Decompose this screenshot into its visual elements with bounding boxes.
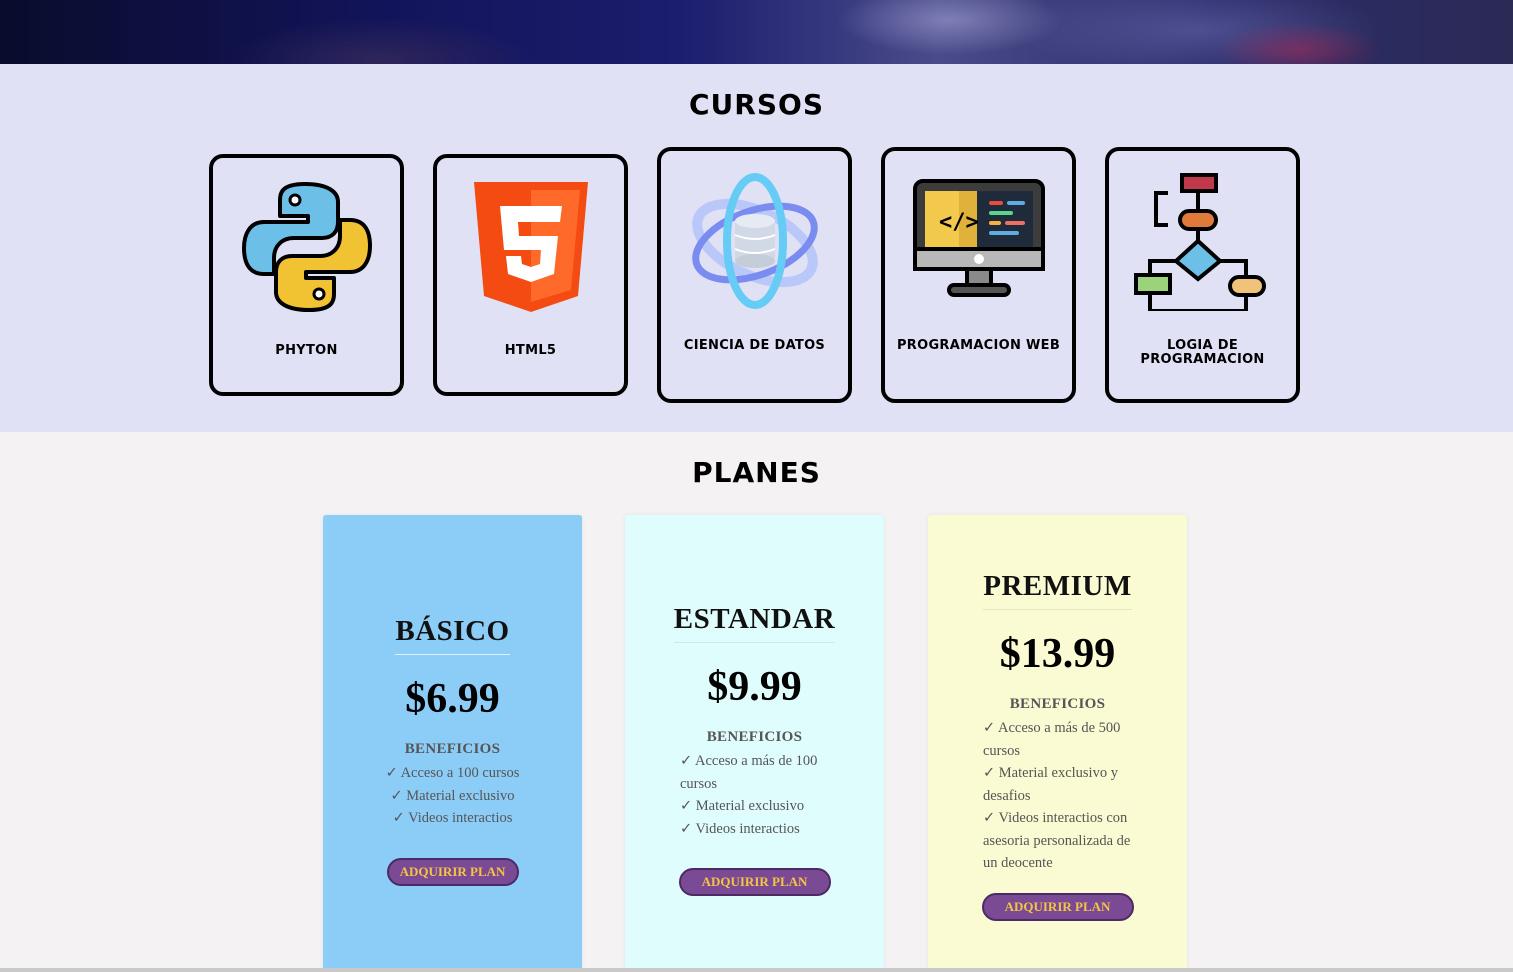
benefit-item: ✓ Acceso a más de 500 (983, 720, 1121, 736)
plan-card-basico: BÁSICO $6.99 BENEFICIOS ✓ Acceso a 100 c… (323, 515, 582, 972)
benefits-list: ✓ Acceso a más de 100 cursos ✓ Material … (625, 750, 884, 840)
benefit-item: ✓ Material exclusivo (390, 787, 515, 804)
benefit-item: ✓ Acceso a más de 100 (680, 753, 818, 769)
plan-name: BÁSICO (395, 615, 510, 655)
course-label: LOGIA DE PROGRAMACION (1140, 338, 1265, 367)
plan-name: ESTANDAR (673, 603, 836, 643)
benefit-item: desafios (983, 787, 1031, 804)
course-card-data-science[interactable]: CIENCIA DE DATOS (657, 147, 852, 403)
benefit-item: asesoria personalizada de (983, 832, 1131, 849)
benefits-title: BENEFICIOS (404, 741, 501, 757)
course-card-programming-logic[interactable]: LOGIA DE PROGRAMACION (1105, 147, 1300, 403)
benefit-item: ✓ Material exclusivo y (983, 765, 1118, 781)
benefits-title: BENEFICIOS (1009, 696, 1106, 712)
course-card-web-programming[interactable]: </> PROGRAMACION WEB (881, 147, 1076, 403)
benefits-title: BENEFICIOS (706, 729, 803, 745)
data-science-icon (661, 171, 848, 311)
benefit-item: ✓ Videos interactios (392, 810, 513, 826)
course-label: CIENCIA DE DATOS (683, 338, 826, 353)
course-card-python[interactable]: PHYTON (209, 154, 404, 396)
flowchart-icon (1109, 171, 1296, 311)
course-label: HTML5 (504, 343, 557, 358)
horizontal-scrollbar[interactable] (0, 968, 1513, 972)
benefits-list: ✓ Acceso a más de 500 cursos ✓ Material … (928, 717, 1187, 875)
plan-name: PREMIUM (983, 570, 1132, 610)
web-monitor-code-icon: </> (885, 177, 1072, 301)
html5-logo-icon (437, 178, 624, 318)
benefit-item: ✓ Acceso a 100 cursos (385, 765, 520, 781)
plan-price: $6.99 (405, 676, 500, 722)
benefit-item: cursos (680, 775, 718, 792)
course-label: PHYTON (275, 343, 338, 358)
plan-card-premium: PREMIUM $13.99 BENEFICIOS ✓ Acceso a más… (928, 515, 1187, 972)
benefit-item: un deocente (983, 855, 1053, 871)
plan-price: $9.99 (707, 664, 802, 710)
hero-banner-image (0, 0, 1513, 64)
adquirir-plan-button[interactable]: ADQUIRIR PLAN (981, 892, 1134, 921)
benefit-item: cursos (983, 742, 1021, 759)
benefit-item: ✓ Videos interactios (680, 820, 800, 837)
plan-price: $13.99 (999, 631, 1116, 677)
course-card-html5[interactable]: HTML5 (433, 154, 628, 396)
cursos-section: CURSOS PHYTON HTML5 CIENCIA DE DATOS </>… (0, 64, 1513, 432)
planes-title: PLANES (692, 456, 821, 489)
planes-section: PLANES BÁSICO $6.99 BENEFICIOS ✓ Acceso … (0, 432, 1513, 972)
benefit-item: ✓ Material exclusivo (680, 798, 805, 814)
benefits-list: ✓ Acceso a 100 cursos ✓ Material exclusi… (323, 762, 582, 830)
python-logo-icon (213, 180, 400, 314)
plan-card-estandar: ESTANDAR $9.99 BENEFICIOS ✓ Acceso a más… (625, 515, 884, 972)
adquirir-plan-button[interactable]: ADQUIRIR PLAN (386, 857, 519, 886)
svg-text:</>: </> (939, 210, 979, 235)
adquirir-plan-button[interactable]: ADQUIRIR PLAN (678, 868, 831, 896)
benefit-item: ✓ Videos interactios con (983, 810, 1128, 826)
cursos-title: CURSOS (689, 88, 824, 121)
course-label: PROGRAMACION WEB (896, 338, 1061, 353)
